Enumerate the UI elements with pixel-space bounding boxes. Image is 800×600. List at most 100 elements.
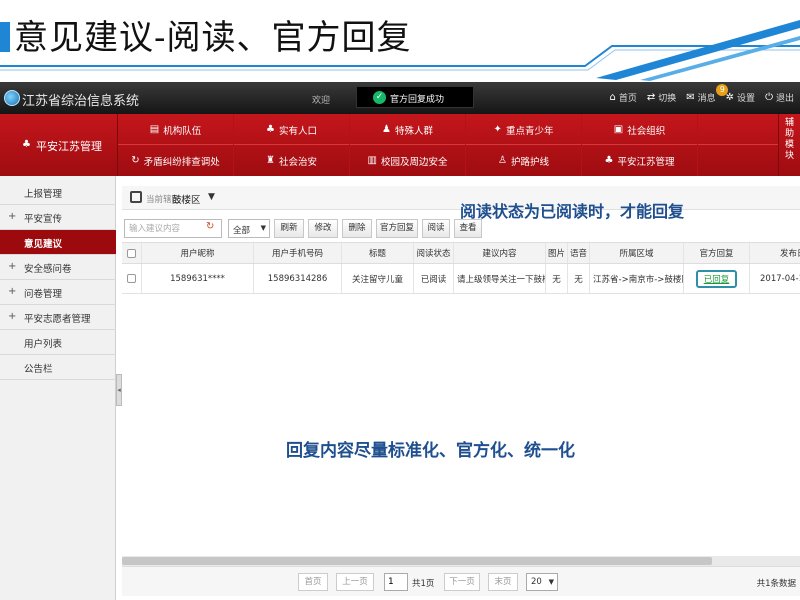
cell-voice: 无 (568, 264, 590, 293)
cell-date: 2017-04-11 (760, 273, 800, 284)
home-link[interactable]: ⌂ 首页 (609, 91, 636, 104)
nav-item-youth[interactable]: ✦ 重点青少年 (466, 114, 582, 145)
sidebar-item-label: 上报管理 (24, 189, 63, 200)
read-button[interactable]: 阅读 (422, 219, 450, 238)
nav-item-dispute[interactable]: ↻ 矛盾纠纷排查调处 (118, 145, 234, 176)
column-header[interactable]: 所属区域 (590, 243, 684, 263)
aux-module-toggle[interactable]: 辅助模块 (778, 114, 800, 176)
nav-item-label: 平安江苏管理 (617, 156, 675, 168)
check-circle-icon: ✓ (373, 91, 386, 104)
map-icon (130, 191, 142, 203)
sidebar-item-volunteers[interactable]: + 平安志愿者管理 (0, 305, 116, 330)
main-content: 当前辖区： 鼓楼区 ▼ ↻ 全部 ▼ 刷新 修改 删除 官方回复 阅读 查看 用… (122, 176, 800, 600)
welcome-text: 欢迎 (312, 96, 331, 106)
nav-item-organization[interactable]: ▣ 社会组织 (582, 114, 698, 145)
table-row[interactable]: 1589631**** 15896314286 关注留守儿童 已阅读 请上级领导… (122, 264, 800, 294)
logout-link[interactable]: ⏻ 退出 (765, 91, 794, 104)
security-icon: ♜ (266, 155, 275, 166)
nav-brand[interactable]: ♣ 平安江苏管理 (0, 114, 118, 176)
switch-label: 切换 (658, 94, 677, 104)
switch-link[interactable]: ⇄ 切换 (647, 91, 676, 104)
nav-item-population[interactable]: ♣ 实有人口 (234, 114, 350, 145)
column-header[interactable]: 建议内容 (454, 243, 546, 263)
nav-item-security[interactable]: ♜ 社会治安 (234, 145, 350, 176)
column-header[interactable]: 语音 (568, 243, 590, 263)
settings-link[interactable]: ✲ 设置 (726, 91, 755, 104)
toast-message: 官方回复成功 (390, 95, 445, 105)
page-number-input[interactable] (384, 573, 408, 591)
cell-image: 无 (546, 264, 568, 293)
table-header: 用户昵称 用户手机号码 标题 阅读状态 建议内容 图片 语音 所属区域 官方回复… (122, 242, 800, 264)
last-page-button[interactable]: 末页 (488, 573, 518, 591)
refresh-button[interactable]: 刷新 (274, 219, 304, 238)
sidebar-item-user-list[interactable]: 用户列表 (0, 330, 116, 355)
message-link[interactable]: ✉ 消息 9 (686, 84, 729, 104)
next-page-button[interactable]: 下一页 (444, 573, 480, 591)
special-group-icon: ♟ (382, 124, 391, 135)
success-toast: ✓ 官方回复成功 (356, 86, 474, 108)
horizontal-scrollbar[interactable] (122, 556, 800, 566)
sidebar-item-label: 用户列表 (24, 339, 63, 350)
sidebar-item-publicity[interactable]: + 平安宣传 (0, 205, 116, 230)
delete-button[interactable]: 删除 (342, 219, 372, 238)
column-header[interactable]: 标题 (342, 243, 414, 263)
region-value: 鼓楼区 (172, 195, 201, 206)
nav-item-road-protection[interactable]: ♙ 护路护线 (466, 145, 582, 176)
app-name: 江苏省综治信息系统 (22, 94, 140, 109)
header-checkbox-cell (122, 243, 142, 263)
nav-item-label: 重点青少年 (505, 125, 554, 137)
pagination: 首页 上一页 共1页 下一页 末页 20 ▼ 共1条数据 (122, 566, 800, 596)
column-header[interactable]: 用户手机号码 (254, 243, 342, 263)
caret-down-icon: ▼ (208, 192, 215, 202)
official-reply-button[interactable]: 官方回复 (376, 219, 418, 238)
column-header[interactable]: 官方回复 (684, 243, 750, 263)
organization-icon: ▣ (613, 124, 624, 135)
reply-status-link[interactable]: 已回复 (695, 269, 738, 288)
column-header[interactable]: 图片 (546, 243, 568, 263)
sidebar-item-label: 平安志愿者管理 (24, 314, 91, 325)
nav-item-special-group[interactable]: ♟ 特殊人群 (350, 114, 466, 145)
cell-title: 关注留守儿童 (342, 264, 414, 293)
sidebar-item-label: 公告栏 (24, 364, 53, 375)
road-protection-icon: ♙ (498, 155, 507, 166)
logout-label: 退出 (775, 94, 794, 104)
cell-reply: 已回复 (684, 264, 750, 293)
sidebar-item-label: 意见建议 (24, 239, 63, 250)
nav-row-2: ↻ 矛盾纠纷排查调处 ♜ 社会治安 ▥ 校园及周边安全 ♙ 护路护线 ♣ 平安江苏管理 (118, 145, 778, 176)
sidebar-item-survey-management[interactable]: + 问卷管理 (0, 280, 116, 305)
column-header[interactable]: 用户昵称 (142, 243, 254, 263)
ping-an-icon: ♣ (22, 139, 31, 150)
first-page-button[interactable]: 首页 (298, 573, 328, 591)
sidebar-item-bulletin[interactable]: 公告栏 (0, 355, 116, 380)
column-header[interactable]: 发布日 (750, 243, 800, 263)
campus-icon: ▥ (367, 155, 377, 166)
page-size-select[interactable]: 20 ▼ (526, 573, 558, 591)
cell-content: 请上级领导关注一下鼓楼区留 (454, 264, 546, 293)
select-all-checkbox[interactable] (127, 248, 136, 258)
message-label: 消息 (697, 94, 716, 104)
nav-item-campus[interactable]: ▥ 校园及周边安全 (350, 145, 466, 176)
sidebar-item-suggestions[interactable]: 意见建议 (0, 230, 116, 255)
edit-button[interactable]: 修改 (308, 219, 338, 238)
row-checkbox[interactable] (127, 274, 136, 283)
dispute-icon: ↻ (131, 155, 140, 166)
refresh-icon[interactable]: ↻ (206, 221, 214, 232)
sidebar-item-report[interactable]: 上报管理 (0, 180, 116, 205)
nav-item-label: 矛盾纠纷排查调处 (143, 156, 220, 168)
nav-row-1: ▤ 机构队伍 ♣ 实有人口 ♟ 特殊人群 ✦ 重点青少年 ▣ 社会组织 (118, 114, 778, 145)
scrollbar-thumb[interactable] (122, 557, 712, 565)
page-size-value: 20 (531, 577, 542, 587)
read-status-filter[interactable]: 全部 ▼ (228, 219, 270, 238)
sidebar-item-safety-survey[interactable]: + 安全感问卷 (0, 255, 116, 280)
column-header[interactable]: 阅读状态 (414, 243, 454, 263)
nav-item-label: 实有人口 (278, 125, 317, 137)
expand-icon: + (8, 311, 17, 322)
caret-down-icon: ▼ (260, 224, 266, 232)
message-icon: ✉ (686, 92, 695, 103)
prev-page-button[interactable]: 上一页 (336, 573, 374, 591)
sidebar-item-label: 平安宣传 (24, 214, 63, 225)
app-logo-icon (4, 90, 20, 106)
total-pages: 共1页 (412, 579, 435, 589)
nav-item-institution[interactable]: ▤ 机构队伍 (118, 114, 234, 145)
nav-item-ping-an[interactable]: ♣ 平安江苏管理 (582, 145, 698, 176)
